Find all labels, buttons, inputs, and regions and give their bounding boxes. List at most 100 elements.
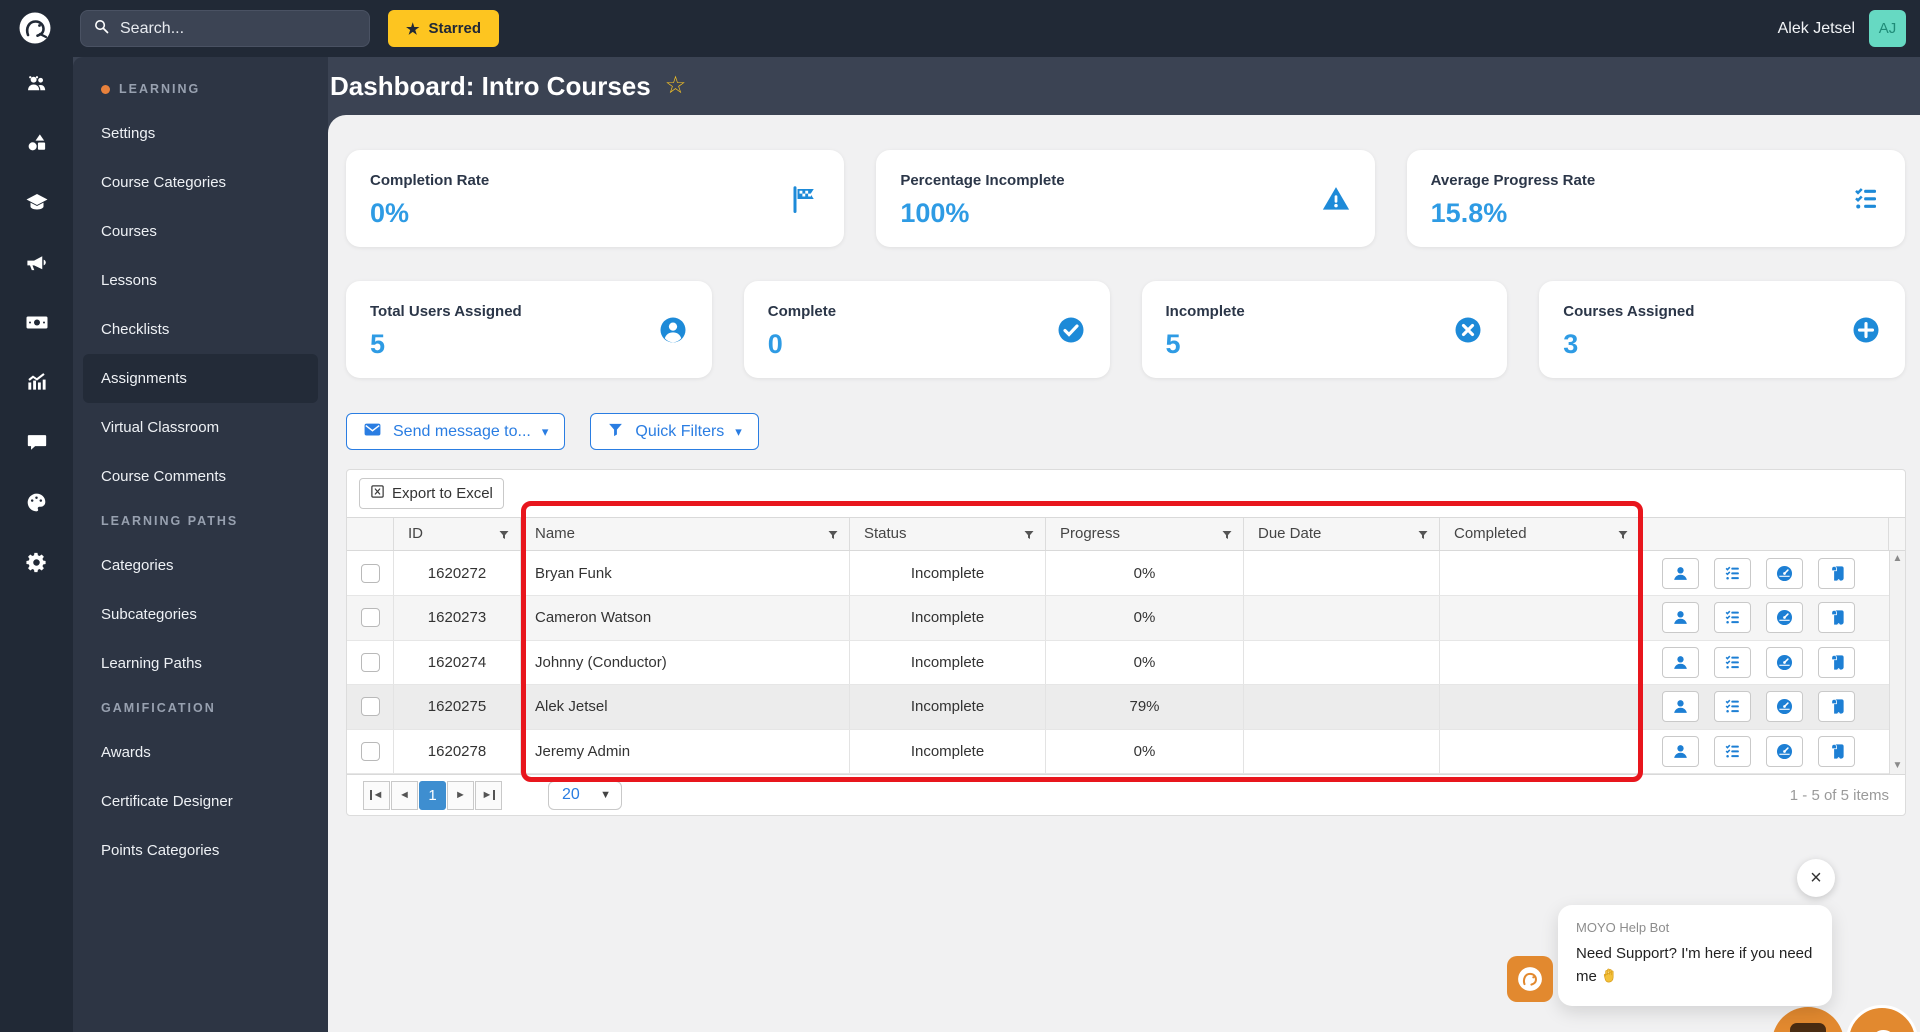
row-checkbox[interactable] bbox=[360, 697, 380, 717]
scroll-up-icon[interactable]: ▲ bbox=[1893, 554, 1903, 564]
progress-gauge-button[interactable] bbox=[1766, 602, 1803, 634]
sidebar-item-course-categories[interactable]: Course Categories bbox=[83, 158, 318, 207]
cell-progress: 0% bbox=[1046, 640, 1244, 685]
scroll-down-icon[interactable]: ▼ bbox=[1893, 761, 1903, 771]
progress-gauge-button[interactable] bbox=[1766, 646, 1803, 678]
cell-due-date bbox=[1244, 595, 1440, 640]
row-checkbox[interactable] bbox=[360, 742, 380, 762]
sidebar-item-virtual-classroom[interactable]: Virtual Classroom bbox=[83, 403, 318, 452]
details-checklist-button[interactable] bbox=[1714, 557, 1751, 589]
rail-payroll-icon[interactable] bbox=[0, 302, 73, 342]
starred-button[interactable]: ★ Starred bbox=[388, 10, 499, 47]
row-checkbox[interactable] bbox=[360, 608, 380, 628]
column-header-name[interactable]: Name bbox=[521, 517, 850, 551]
certificate-scroll-button[interactable] bbox=[1818, 691, 1855, 723]
stat-card-value: 0% bbox=[370, 198, 410, 228]
sidebar-item-awards[interactable]: Awards bbox=[83, 728, 318, 777]
search-input[interactable] bbox=[120, 19, 340, 38]
stat-card-value: 5 bbox=[370, 329, 386, 359]
filter-funnel-icon[interactable] bbox=[1221, 528, 1233, 540]
brand-elephant-logo[interactable] bbox=[14, 7, 56, 49]
sidebar-item-certificate-designer[interactable]: Certificate Designer bbox=[83, 777, 318, 826]
cell-name: Alek Jetsel bbox=[521, 685, 850, 729]
next-page-button[interactable]: ► bbox=[447, 780, 474, 810]
rail-theme-icon[interactable] bbox=[0, 482, 73, 522]
user-avatar[interactable]: AJ bbox=[1869, 10, 1906, 47]
sidebar-item-assignments[interactable]: Assignments bbox=[83, 354, 318, 403]
page-size-value: 20 bbox=[562, 786, 580, 804]
sidebar-item-course-comments[interactable]: Course Comments bbox=[83, 452, 318, 501]
column-header-due-date[interactable]: Due Date bbox=[1244, 517, 1440, 551]
wave-hand-icon bbox=[1601, 967, 1618, 991]
user-profile-button[interactable] bbox=[1662, 557, 1699, 589]
cell-completed bbox=[1440, 685, 1640, 729]
cell-status: Incomplete bbox=[850, 729, 1046, 774]
rail-modules-icon[interactable] bbox=[0, 122, 73, 162]
column-header-completed[interactable]: Completed bbox=[1440, 517, 1640, 551]
progress-gauge-button[interactable] bbox=[1766, 557, 1803, 589]
sidebar-section-header: LEARNING bbox=[73, 69, 328, 109]
stat-card-label: Total Users Assigned bbox=[370, 303, 522, 320]
details-checklist-button[interactable] bbox=[1714, 602, 1751, 634]
quick-filters-button[interactable]: Quick Filters ▾ bbox=[590, 413, 759, 450]
filter-funnel-icon[interactable] bbox=[498, 528, 510, 540]
user-profile-button[interactable] bbox=[1662, 602, 1699, 634]
column-header-label: Completed bbox=[1454, 525, 1527, 543]
rail-announcements-icon[interactable] bbox=[0, 242, 73, 282]
cell-status: Incomplete bbox=[850, 685, 1046, 729]
certificate-scroll-button[interactable] bbox=[1818, 557, 1855, 589]
first-page-button[interactable]: ◄ bbox=[363, 780, 390, 810]
last-page-button[interactable]: ► bbox=[475, 780, 502, 810]
certificate-scroll-button[interactable] bbox=[1818, 602, 1855, 634]
filter-funnel-icon[interactable] bbox=[1417, 528, 1429, 540]
favorite-star-icon[interactable]: ☆ bbox=[665, 74, 687, 98]
column-header-status[interactable]: Status bbox=[850, 517, 1046, 551]
filter-funnel-icon[interactable] bbox=[1617, 528, 1629, 540]
rail-education-icon[interactable] bbox=[0, 182, 73, 222]
rail-settings-icon[interactable] bbox=[0, 542, 73, 582]
page-number-button[interactable]: 1 bbox=[419, 780, 446, 810]
funnel-icon bbox=[607, 421, 624, 443]
sidebar-item-points-categories[interactable]: Points Categories bbox=[83, 826, 318, 875]
details-checklist-button[interactable] bbox=[1714, 691, 1751, 723]
rail-people-icon[interactable] bbox=[0, 63, 73, 103]
stat-card-value: 5 bbox=[1165, 329, 1181, 359]
sidebar-item-categories[interactable]: Categories bbox=[83, 541, 318, 590]
rail-reports-icon[interactable] bbox=[0, 361, 73, 401]
previous-page-button[interactable]: ◄ bbox=[391, 780, 418, 810]
certificate-scroll-button[interactable] bbox=[1818, 736, 1855, 768]
column-header-progress[interactable]: Progress bbox=[1046, 517, 1244, 551]
grid-header-row: ID Name Status Progress Due Date Complet… bbox=[347, 516, 1905, 552]
row-checkbox[interactable] bbox=[360, 652, 380, 672]
send-message-button[interactable]: Send message to... ▾ bbox=[346, 413, 566, 450]
certificate-scroll-button[interactable] bbox=[1818, 646, 1855, 678]
items-summary: 1 - 5 of 5 items bbox=[1789, 786, 1889, 804]
chat-close-button[interactable]: × bbox=[1797, 859, 1835, 897]
top-bar: ★ Starred Alek Jetsel AJ bbox=[0, 0, 1920, 57]
stat-card: Incomplete 5 bbox=[1141, 281, 1508, 378]
user-profile-button[interactable] bbox=[1662, 691, 1699, 723]
user-profile-button[interactable] bbox=[1662, 646, 1699, 678]
filter-funnel-icon[interactable] bbox=[1023, 528, 1035, 540]
sidebar-item-learning-paths[interactable]: Learning Paths bbox=[83, 639, 318, 688]
export-to-excel-button[interactable]: Export to Excel bbox=[359, 477, 504, 509]
progress-gauge-button[interactable] bbox=[1766, 736, 1803, 768]
column-header-label: Name bbox=[535, 525, 576, 543]
rail-messages-icon[interactable] bbox=[0, 422, 73, 462]
vertical-scrollbar[interactable]: ▲ ▼ bbox=[1889, 551, 1905, 775]
details-checklist-button[interactable] bbox=[1714, 736, 1751, 768]
column-header-id[interactable]: ID bbox=[394, 517, 521, 551]
page-size-select[interactable]: 20 ▼ bbox=[548, 780, 622, 810]
details-checklist-button[interactable] bbox=[1714, 646, 1751, 678]
plus-circle-icon bbox=[1851, 315, 1881, 345]
row-checkbox[interactable] bbox=[360, 563, 380, 583]
helpbot-avatar[interactable] bbox=[1507, 956, 1553, 1002]
filter-funnel-icon[interactable] bbox=[827, 528, 839, 540]
progress-gauge-button[interactable] bbox=[1766, 691, 1803, 723]
user-profile-button[interactable] bbox=[1662, 736, 1699, 768]
sidebar-item-checklists[interactable]: Checklists bbox=[83, 305, 318, 354]
sidebar-item-courses[interactable]: Courses bbox=[83, 207, 318, 256]
sidebar-item-lessons[interactable]: Lessons bbox=[83, 256, 318, 305]
sidebar-item-subcategories[interactable]: Subcategories bbox=[83, 590, 318, 639]
sidebar-item-settings[interactable]: Settings bbox=[83, 109, 318, 158]
